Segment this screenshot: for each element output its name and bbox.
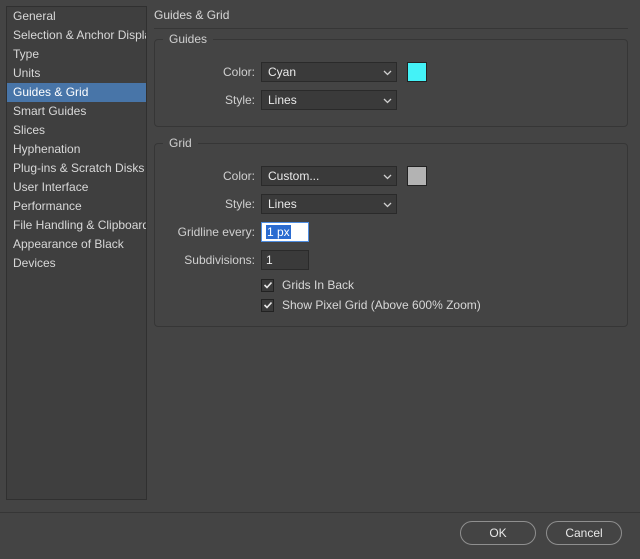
grid-color-label: Color: [167, 169, 261, 183]
subdivisions-label: Subdivisions: [167, 253, 261, 267]
grid-style-select[interactable]: Lines [261, 194, 397, 214]
subdivisions-value: 1 [266, 253, 273, 267]
preferences-sidebar: General Selection & Anchor Display Type … [6, 6, 147, 500]
grid-style-label: Style: [167, 197, 261, 211]
guides-color-label: Color: [167, 65, 261, 79]
chevron-down-icon [383, 200, 392, 209]
sidebar-item-performance[interactable]: Performance [7, 197, 146, 216]
chevron-down-icon [383, 172, 392, 181]
sidebar-item-plugins-scratch[interactable]: Plug-ins & Scratch Disks [7, 159, 146, 178]
check-icon [263, 300, 273, 310]
chevron-down-icon [383, 96, 392, 105]
sidebar-item-general[interactable]: General [7, 7, 146, 26]
panel-divider [154, 28, 628, 29]
show-pixel-grid-label: Show Pixel Grid (Above 600% Zoom) [282, 298, 481, 312]
check-icon [263, 280, 273, 290]
guides-color-select[interactable]: Cyan [261, 62, 397, 82]
sidebar-item-appearance-black[interactable]: Appearance of Black [7, 235, 146, 254]
guides-color-swatch[interactable] [407, 62, 427, 82]
dialog-footer: OK Cancel [0, 512, 640, 552]
guides-style-value: Lines [268, 93, 297, 107]
guides-group: Guides Color: Cyan Style: Lines [154, 39, 628, 127]
ok-button[interactable]: OK [460, 521, 536, 545]
grid-color-value: Custom... [268, 169, 319, 183]
chevron-down-icon [383, 68, 392, 77]
guides-style-select[interactable]: Lines [261, 90, 397, 110]
sidebar-item-guides-grid[interactable]: Guides & Grid [7, 83, 146, 102]
subdivisions-input[interactable]: 1 [261, 250, 309, 270]
grid-color-swatch[interactable] [407, 166, 427, 186]
guides-color-value: Cyan [268, 65, 296, 79]
preferences-panel: Guides & Grid Guides Color: Cyan Style: … [154, 6, 628, 343]
gridline-every-value: 1 px [266, 225, 291, 239]
guides-legend: Guides [163, 32, 213, 46]
show-pixel-grid-checkbox[interactable] [261, 299, 274, 312]
sidebar-item-units[interactable]: Units [7, 64, 146, 83]
grid-legend: Grid [163, 136, 198, 150]
guides-style-label: Style: [167, 93, 261, 107]
sidebar-item-smart-guides[interactable]: Smart Guides [7, 102, 146, 121]
grids-in-back-checkbox[interactable] [261, 279, 274, 292]
grids-in-back-label: Grids In Back [282, 278, 354, 292]
panel-title: Guides & Grid [154, 6, 628, 28]
sidebar-item-devices[interactable]: Devices [7, 254, 146, 273]
sidebar-item-selection-anchor[interactable]: Selection & Anchor Display [7, 26, 146, 45]
grid-color-select[interactable]: Custom... [261, 166, 397, 186]
sidebar-item-user-interface[interactable]: User Interface [7, 178, 146, 197]
grid-style-value: Lines [268, 197, 297, 211]
sidebar-item-hyphenation[interactable]: Hyphenation [7, 140, 146, 159]
sidebar-item-type[interactable]: Type [7, 45, 146, 64]
gridline-every-label: Gridline every: [167, 225, 261, 239]
sidebar-item-file-handling[interactable]: File Handling & Clipboard [7, 216, 146, 235]
grid-group: Grid Color: Custom... Style: Lines [154, 143, 628, 327]
cancel-button[interactable]: Cancel [546, 521, 622, 545]
sidebar-item-slices[interactable]: Slices [7, 121, 146, 140]
gridline-every-input[interactable]: 1 px [261, 222, 309, 242]
